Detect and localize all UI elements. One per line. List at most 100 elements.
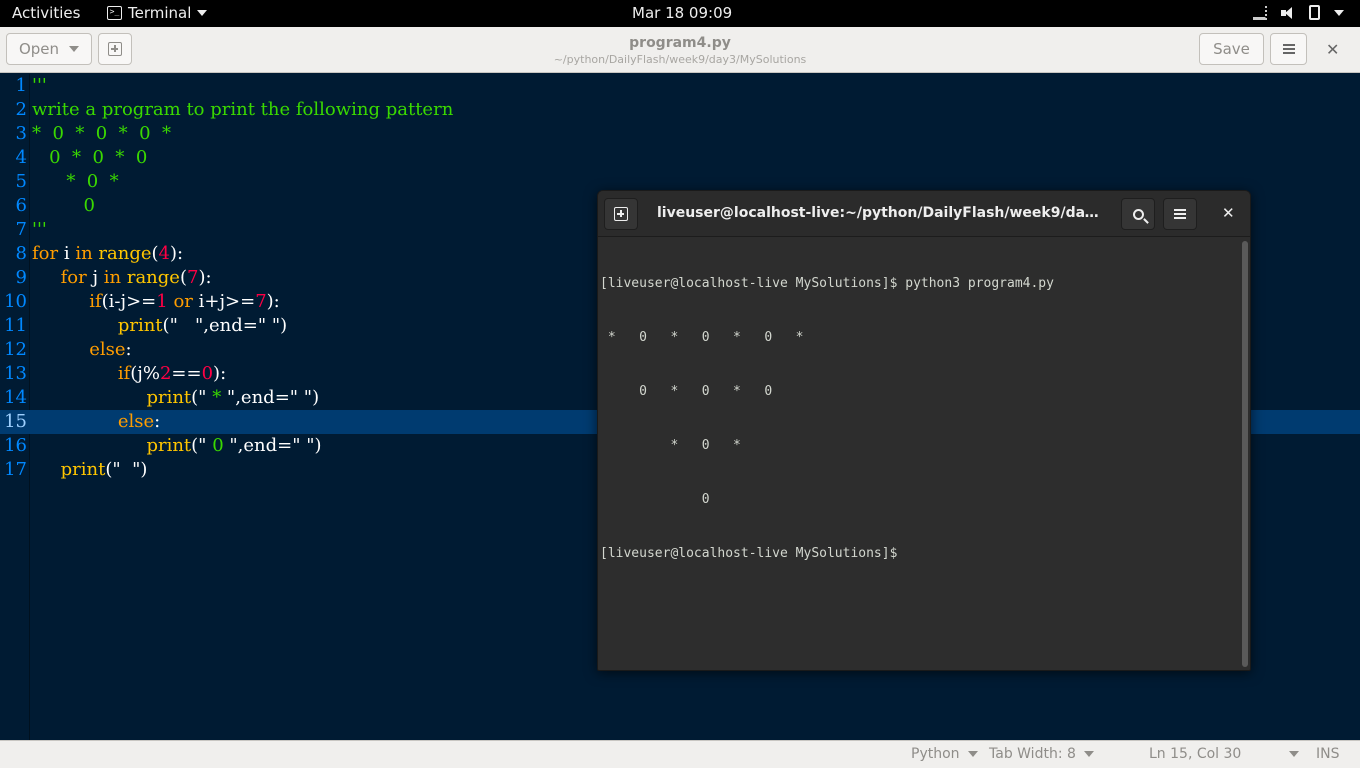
language-selector[interactable]: Python [911, 746, 978, 762]
clock[interactable]: Mar 18 09:09 [632, 4, 732, 22]
new-tab-icon [614, 207, 628, 221]
code-token: i+j>= [192, 291, 256, 312]
volume-icon [1281, 6, 1295, 20]
code-token: or [173, 291, 193, 312]
chevron-down-icon [69, 46, 80, 52]
cursor-position-selector[interactable]: Ln 15, Col 30 [1149, 746, 1300, 762]
code-text: ''' [32, 74, 47, 98]
code-token: for [32, 243, 59, 264]
terminal-header-bar: liveuser@localhost-live:~/python/DailyFl… [598, 191, 1250, 237]
close-icon[interactable]: ✕ [1222, 204, 1235, 222]
code-token: ): [198, 267, 212, 288]
tab-width-selector[interactable]: Tab Width: 8 [989, 746, 1094, 762]
chevron-down-icon [1083, 751, 1094, 757]
code-text: write a program to print the following p… [32, 98, 453, 122]
line-number: 15 [4, 411, 27, 432]
code-token: ",end=" [229, 435, 301, 456]
code-token: i [58, 243, 76, 264]
terminal-line: [liveuser@localhost-live MySolutions]$ p… [600, 276, 1054, 291]
code-token: : [125, 339, 132, 360]
code-line: 1 ''' [0, 74, 1360, 98]
line-number: 5 [15, 171, 27, 192]
app-menu[interactable]: >_ Terminal [107, 4, 208, 22]
line-number: 7 [15, 219, 27, 240]
code-token: 1 [156, 291, 168, 312]
new-terminal-tab-button[interactable] [604, 198, 638, 230]
terminal-line: * 0 * [600, 438, 741, 453]
close-icon[interactable]: ✕ [1326, 40, 1339, 59]
code-token: in [75, 243, 93, 264]
code-text: for j in range(7): [32, 266, 212, 290]
code-token: ") [132, 459, 148, 480]
code-token: ( [151, 243, 159, 264]
activities-button[interactable]: Activities [12, 4, 80, 22]
terminal-title: liveuser@localhost-live:~/python/DailyFl… [657, 205, 1107, 221]
terminal-line: * 0 * 0 * 0 * [600, 330, 804, 345]
insert-mode-indicator[interactable]: INS [1316, 746, 1340, 762]
code-token: (" [191, 387, 207, 408]
line-number: 8 [15, 243, 27, 264]
system-status-menu[interactable] [1253, 5, 1344, 20]
code-token: if [117, 363, 131, 384]
terminal-scrollbar[interactable] [1242, 241, 1248, 667]
code-token: print [117, 315, 163, 336]
document-title: program4.py [629, 35, 731, 51]
code-token: range [126, 267, 180, 288]
line-number: 2 [15, 99, 27, 120]
code-text: print(" ",end=" ") [32, 314, 287, 338]
code-text: * 0 * [32, 170, 118, 194]
code-token: ''' [32, 75, 47, 96]
code-token: ",end=" [195, 315, 267, 336]
code-token: (" [162, 315, 178, 336]
terminal-menu-button[interactable] [1163, 198, 1197, 230]
save-button[interactable]: Save [1199, 33, 1264, 65]
code-line: 2 write a program to print the following … [0, 98, 1360, 122]
terminal-output[interactable]: [liveuser@localhost-live MySolutions]$ p… [600, 239, 1240, 669]
network-icon [1253, 5, 1267, 20]
terminal-window[interactable]: liveuser@localhost-live:~/python/DailyFl… [597, 190, 1251, 671]
terminal-search-button[interactable] [1121, 198, 1155, 230]
code-line: 3 * 0 * 0 * 0 * [0, 122, 1360, 146]
open-button[interactable]: Open [6, 33, 92, 65]
code-text: print(" ") [32, 458, 148, 482]
power-menu-icon [1334, 9, 1344, 16]
code-text: print(" 0 ",end=" ") [32, 434, 321, 458]
code-token: j [86, 267, 104, 288]
code-text: else: [32, 410, 160, 434]
new-tab-button[interactable] [98, 33, 132, 65]
code-token: ") [271, 315, 288, 336]
code-text: if(j%2==0): [32, 362, 226, 386]
search-icon [1132, 208, 1144, 220]
line-number: 4 [15, 147, 27, 168]
code-token: 4 [158, 243, 170, 264]
code-token: write a program to print the following p… [32, 99, 454, 120]
code-token: 0 [201, 363, 214, 384]
app-menu-label: Terminal [128, 4, 192, 22]
code-token: else [89, 339, 126, 360]
code-text: * 0 * 0 * 0 * [32, 122, 171, 146]
line-number: 16 [4, 435, 27, 456]
code-token: (" [105, 459, 121, 480]
code-token: 2 [159, 363, 172, 384]
code-token: in [103, 267, 122, 288]
code-text: else: [32, 338, 132, 362]
language-label: Python [911, 746, 960, 762]
gedit-menu-button[interactable] [1270, 33, 1307, 65]
line-number: 12 [4, 339, 27, 360]
code-token: range [98, 243, 152, 264]
terminal-icon: >_ [107, 6, 122, 20]
code-text: print(" * ",end=" ") [32, 386, 319, 410]
line-number: 9 [15, 267, 27, 288]
code-token: ): [266, 291, 280, 312]
terminal-line: [liveuser@localhost-live MySolutions]$ [600, 546, 906, 561]
hamburger-menu-icon [1282, 44, 1295, 54]
